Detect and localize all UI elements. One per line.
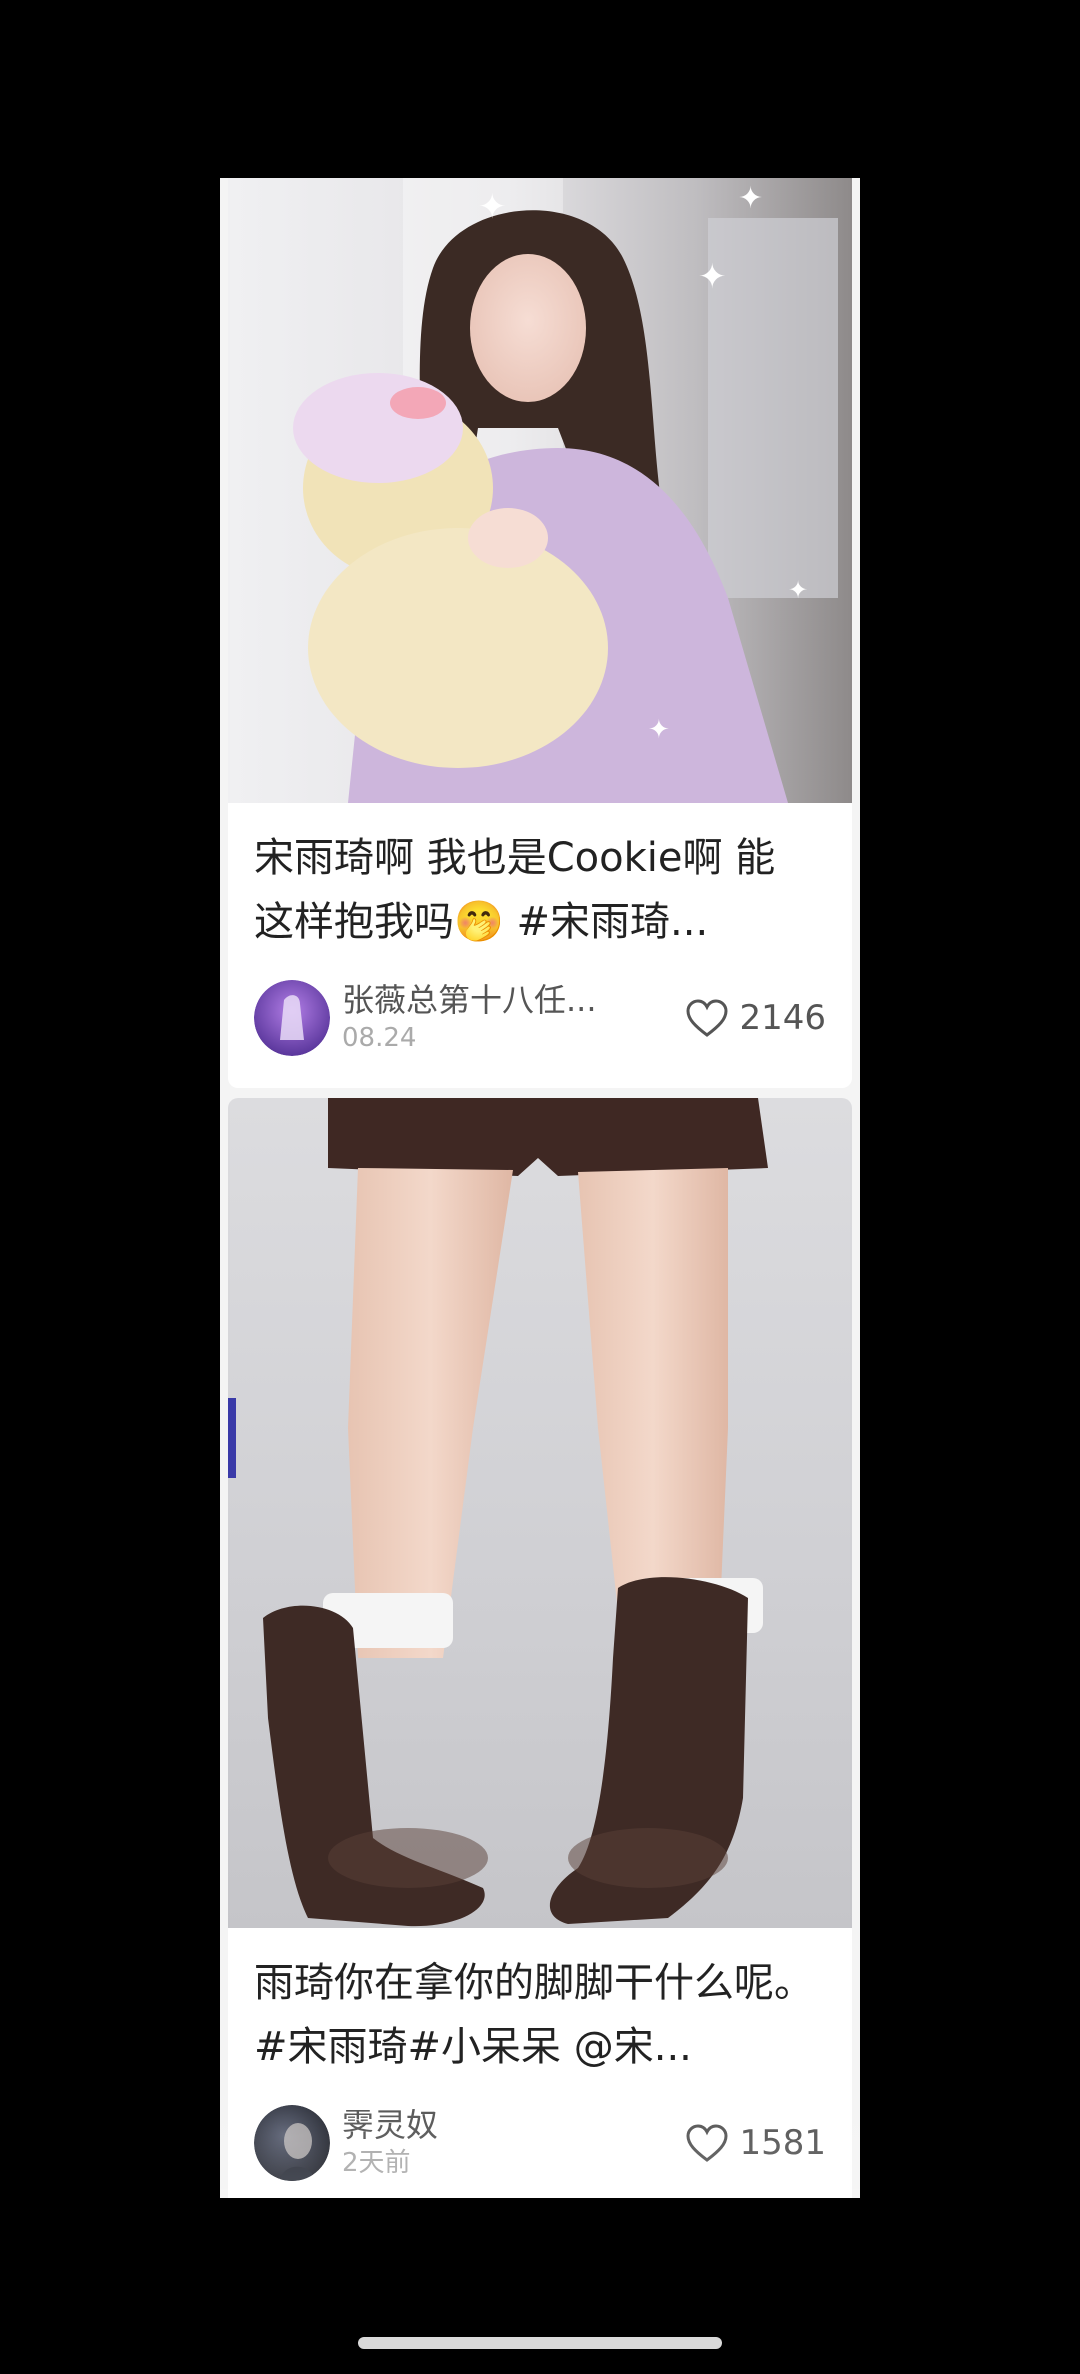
heart-icon[interactable] — [685, 2123, 729, 2163]
post-title[interactable]: 宋雨琦啊 我也是Cookie啊 能这样抱我吗🤭 #宋雨琦... — [254, 826, 814, 954]
svg-text:✦: ✦ — [738, 181, 763, 216]
svg-text:✦: ✦ — [788, 576, 808, 604]
svg-text:✦: ✦ — [648, 715, 670, 745]
post-cover-image[interactable] — [228, 1098, 852, 1928]
post-meta: 张薇总第十八任... 08.24 2146 — [254, 980, 826, 1060]
like-button[interactable]: 1581 — [685, 2119, 826, 2167]
heart-icon[interactable] — [685, 998, 729, 1038]
post-card[interactable]: 雨琦你在拿你的脚脚干什么呢。#宋雨琦#小呆呆 @宋... 霁灵奴 2天前 158… — [228, 1098, 852, 2198]
like-button[interactable]: 2146 — [685, 994, 826, 1042]
svg-text:✦: ✦ — [698, 257, 727, 297]
author-name[interactable]: 张薇总第十八任... — [342, 980, 642, 1020]
author-avatar[interactable] — [254, 980, 330, 1056]
post-feed: ✦ ✦ ✦ ✦ ✦ 宋雨琦啊 我也是Cookie啊 能这样抱我吗🤭 #宋雨琦..… — [220, 178, 860, 2198]
post-date: 2天前 — [342, 2148, 411, 2178]
like-count: 2146 — [739, 998, 826, 1038]
author-avatar[interactable] — [254, 2105, 330, 2181]
post-title[interactable]: 雨琦你在拿你的脚脚干什么呢。#宋雨琦#小呆呆 @宋... — [254, 1951, 814, 2079]
post-card[interactable]: ✦ ✦ ✦ ✦ ✦ 宋雨琦啊 我也是Cookie啊 能这样抱我吗🤭 #宋雨琦..… — [228, 178, 852, 1088]
author-name[interactable]: 霁灵奴 — [342, 2105, 642, 2145]
svg-text:✦: ✦ — [478, 187, 507, 227]
screen: ✦ ✦ ✦ ✦ ✦ 宋雨琦啊 我也是Cookie啊 能这样抱我吗🤭 #宋雨琦..… — [0, 0, 1080, 2374]
home-indicator[interactable] — [358, 2337, 722, 2349]
post-date: 08.24 — [342, 1023, 417, 1053]
like-count: 1581 — [739, 2123, 826, 2163]
post-meta: 霁灵奴 2天前 1581 — [254, 2105, 826, 2185]
post-cover-image[interactable]: ✦ ✦ ✦ ✦ ✦ — [228, 178, 852, 803]
